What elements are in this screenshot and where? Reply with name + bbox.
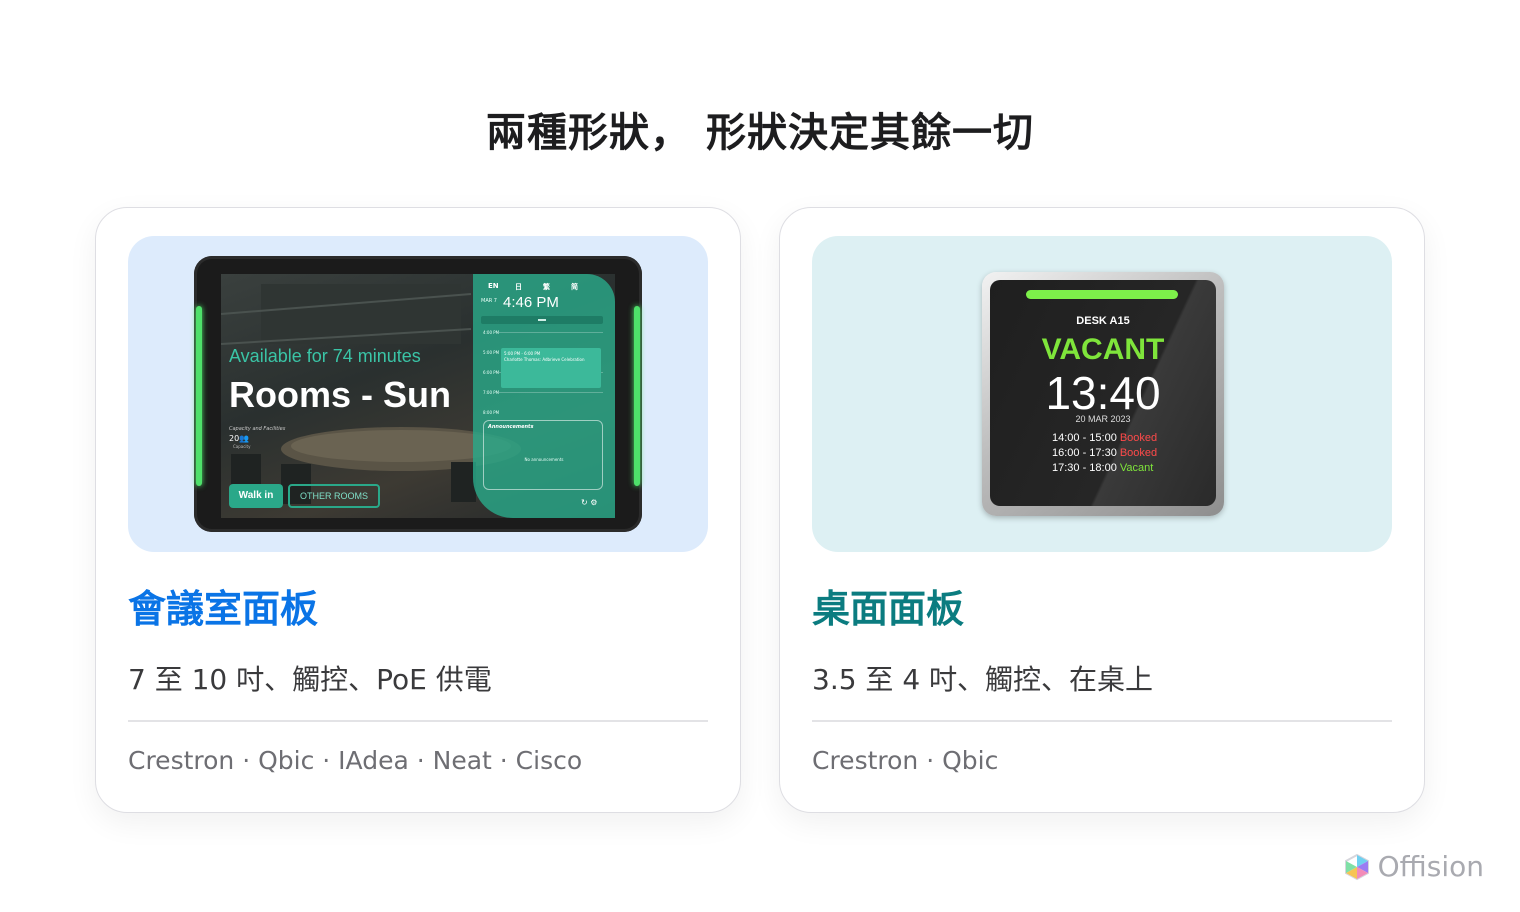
desk-time: 13:40	[1045, 367, 1161, 419]
schedule-row: 17:30 - 18:00 Vacant	[1052, 462, 1154, 474]
room-panel-illustration: Available for 74 minutes Rooms - Sun Cap…	[128, 236, 708, 552]
brand-watermark: Offision	[1344, 850, 1484, 883]
schedule-row: 16:00 - 17:30 Booked	[1052, 447, 1158, 459]
card-title: 桌面面板	[812, 587, 965, 631]
led-strip-right	[634, 306, 640, 486]
desk-date: 20 MAR 2023	[1075, 414, 1131, 424]
desk-device: DESK A15 VACANT 13:40 20 MAR 2023 14:00 …	[982, 272, 1224, 516]
desk-name: DESK A15	[1076, 315, 1130, 327]
booking-title: Charlotte Thomas: Adbrieve Celebration	[504, 357, 585, 362]
announcements-title: Announcements	[488, 424, 534, 430]
capacity-value: 20👥	[229, 434, 250, 443]
card-room-panel: Available for 74 minutes Rooms - Sun Cap…	[95, 207, 741, 813]
people-icon: 👥	[239, 434, 250, 443]
panel-controls: ↻ ⚙	[581, 498, 597, 507]
schedule-row: 14:00 - 15:00 Booked	[1052, 432, 1158, 444]
desk-panel-illustration: DESK A15 VACANT 13:40 20 MAR 2023 14:00 …	[812, 236, 1392, 552]
led-strip-left	[196, 306, 202, 486]
slot-label: 5:00 PM	[483, 350, 500, 355]
tablet-device: Available for 74 minutes Rooms - Sun Cap…	[194, 256, 642, 532]
capacity-label: Capacity and Facilities	[229, 426, 286, 432]
lang-en[interactable]: EN	[488, 282, 499, 290]
lang-ja[interactable]: 日	[515, 282, 522, 292]
other-rooms-button[interactable]: OTHER ROOMS	[288, 484, 380, 508]
lang-zh-hans[interactable]: 简	[571, 282, 578, 292]
tablet-screen: Available for 74 minutes Rooms - Sun Cap…	[221, 274, 615, 518]
card-brands: Crestron · Qbic · IAdea · Neat · Cisco	[128, 746, 583, 775]
brand-name: Offision	[1377, 850, 1484, 883]
booking-block[interactable]: 5:00 PM - 6:00 PM Charlotte Thomas: Adbr…	[501, 348, 601, 388]
slot-label: 7:00 PM	[483, 390, 500, 395]
schedule-panel: EN 日 繁 简 MAR 7 4:46 PM 4:00 PM 5:00 PM 6…	[473, 274, 615, 518]
card-brands: Crestron · Qbic	[812, 746, 999, 775]
gear-icon[interactable]: ⚙	[590, 498, 597, 507]
slot-label: 8:00 PM	[483, 410, 500, 415]
card-spec: 3.5 至 4 吋、觸控、在桌上	[812, 663, 1154, 696]
schedule-progress-bar	[481, 316, 603, 324]
refresh-icon[interactable]: ↻	[581, 498, 588, 507]
capacity-sub: Capacity	[233, 444, 251, 449]
card-spec: 7 至 10 吋、觸控、PoE 供電	[128, 663, 492, 696]
walk-in-button[interactable]: Walk in	[229, 484, 283, 508]
availability-text: Available for 74 minutes	[229, 346, 421, 366]
desk-status: VACANT	[1041, 333, 1165, 366]
card-desk-panel: DESK A15 VACANT 13:40 20 MAR 2023 14:00 …	[779, 207, 1425, 813]
schedule-time: 4:46 PM	[503, 294, 559, 311]
card-title: 會議室面板	[128, 587, 319, 631]
schedule-date: MAR 7	[481, 298, 497, 304]
room-name: Rooms - Sun	[229, 374, 451, 415]
divider	[128, 720, 708, 722]
announcements-box: Announcements No announcements	[483, 420, 603, 490]
slot-label: 4:00 PM	[483, 330, 500, 335]
divider	[812, 720, 1392, 722]
booking-time: 5:00 PM - 6:00 PM	[504, 351, 541, 356]
page-title: 兩種形狀， 形狀決定其餘一切	[486, 110, 1034, 156]
offision-logo-icon	[1344, 853, 1369, 880]
desk-screen: DESK A15 VACANT 13:40 20 MAR 2023 14:00 …	[990, 280, 1216, 506]
slot-label: 6:00 PM	[483, 370, 500, 375]
lang-zh-hant[interactable]: 繁	[543, 282, 550, 292]
announcements-empty: No announcements	[524, 457, 564, 462]
status-led-bar	[1026, 290, 1178, 299]
